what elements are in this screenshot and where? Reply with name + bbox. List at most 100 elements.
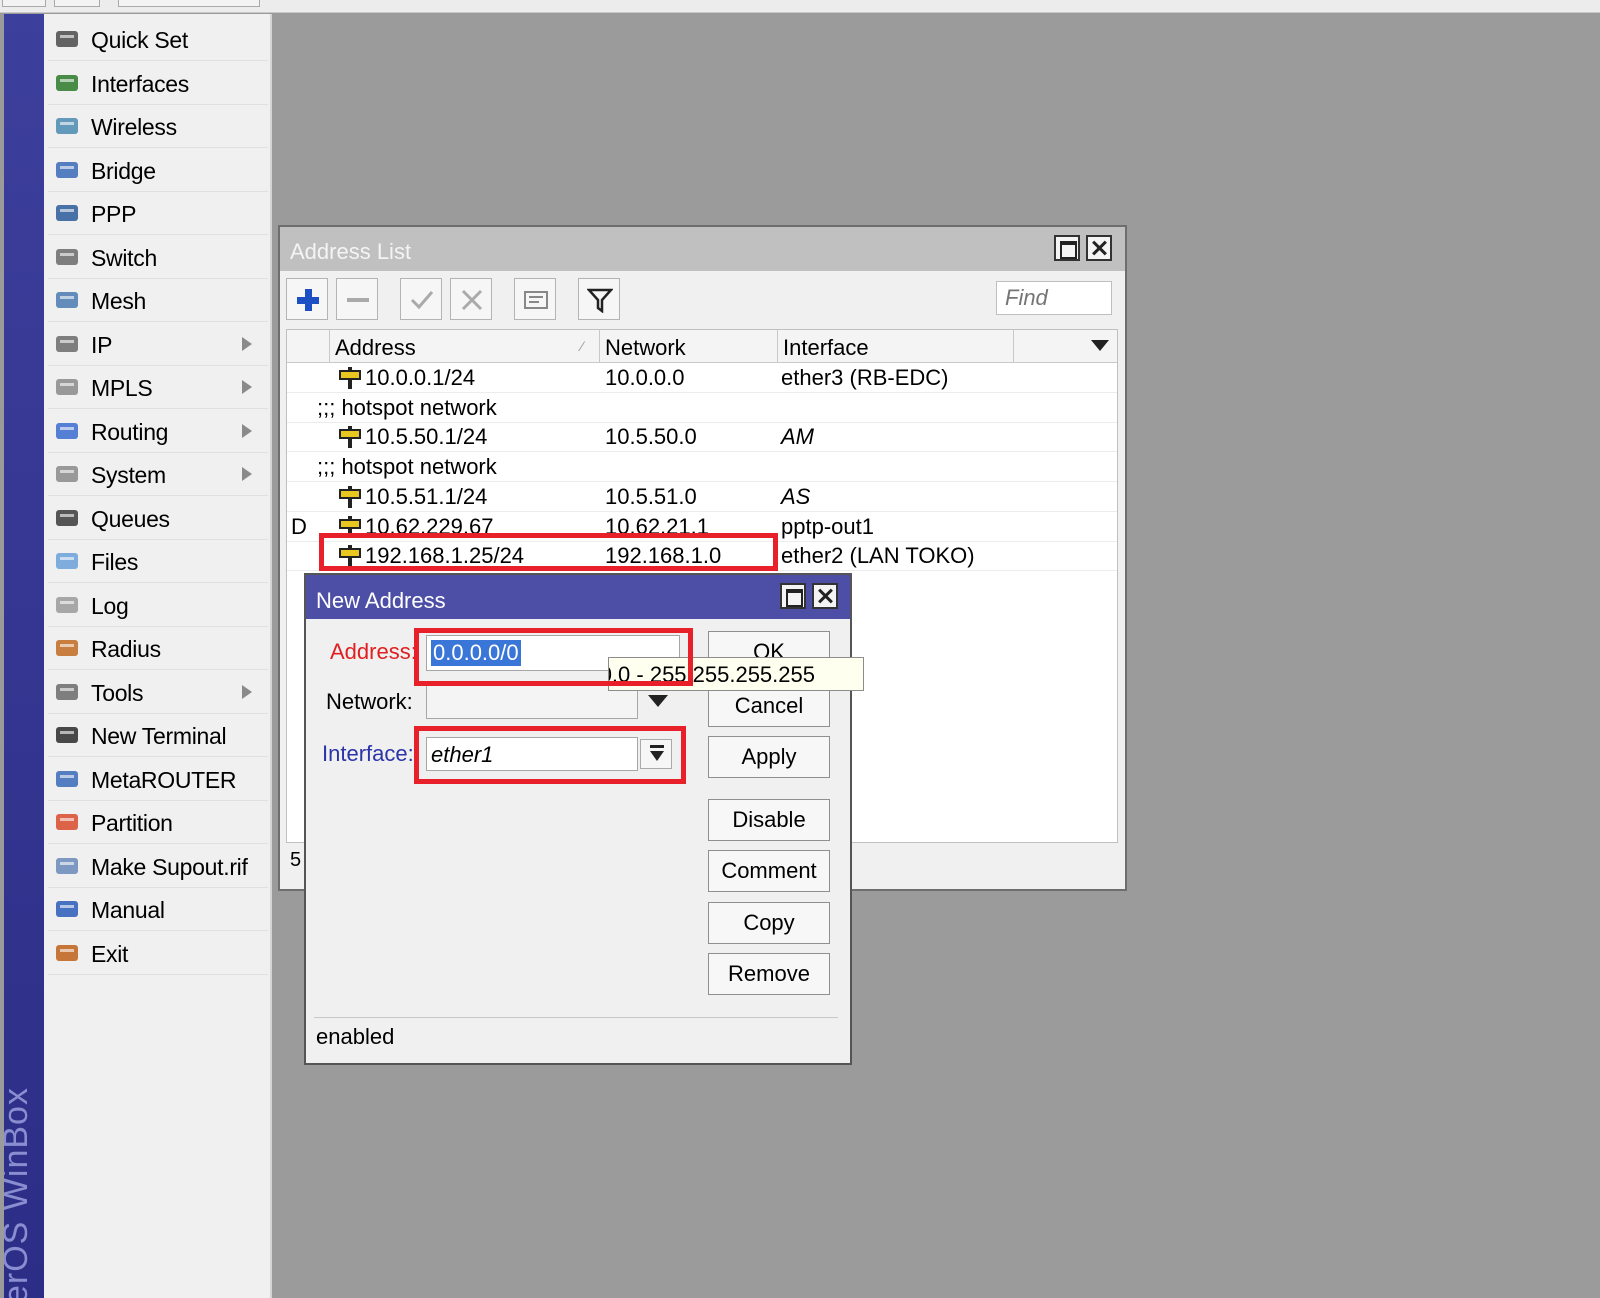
enable-button[interactable] <box>400 278 442 320</box>
ppp-icon <box>54 201 80 225</box>
sidebar-item-label: Tools <box>91 679 144 706</box>
comment-row[interactable]: ;;; hotspot network <box>287 452 1117 483</box>
brand-vertical-text: erOS WinBox <box>4 1087 35 1298</box>
submenu-arrow-icon <box>242 684 252 699</box>
sidebar-item-files[interactable]: Files <box>48 540 268 583</box>
sidebar-item-label: IP <box>91 331 113 358</box>
sidebar-item-tools[interactable]: Tools <box>48 671 268 714</box>
add-button[interactable] <box>286 278 328 320</box>
maximize-icon[interactable] <box>1054 235 1080 261</box>
mpls-icon <box>54 375 80 399</box>
sidebar-item-wireless[interactable]: Wireless <box>48 105 268 148</box>
network-dropdown-chevron-down-icon[interactable] <box>648 695 668 708</box>
sidebar-item-metarouter[interactable]: MetaROUTER <box>48 758 268 801</box>
sidebar-item-routing[interactable]: Routing <box>48 410 268 453</box>
toolbar-redo-button[interactable] <box>54 0 100 7</box>
table-row[interactable]: 10.5.50.1/24 10.5.50.0 AM <box>287 422 1117 453</box>
column-chooser-chevron-down-icon[interactable] <box>1091 340 1109 352</box>
row-comment: ;;; hotspot network <box>317 454 497 480</box>
sidebar-item-ppp[interactable]: PPP <box>48 192 268 235</box>
row-network: 10.0.0.0 <box>605 365 685 390</box>
sidebar-item-label: Bridge <box>91 157 156 184</box>
sidebar-item-ip[interactable]: IP <box>48 323 268 366</box>
exit-door-icon <box>54 941 80 965</box>
column-interface[interactable]: Interface <box>783 335 869 361</box>
row-interface: ether3 (RB-EDC) <box>781 365 949 390</box>
log-icon <box>54 593 80 617</box>
sidebar-item-bridge[interactable]: Bridge <box>48 149 268 192</box>
address-plug-icon <box>339 426 361 453</box>
item-count: 5 <box>290 849 302 871</box>
cancel-button[interactable]: Cancel <box>708 685 830 727</box>
comment-row[interactable]: ;;; hotspot network <box>287 393 1117 423</box>
new-address-titlebar[interactable]: New Address <box>306 575 850 619</box>
system-gear-icon <box>54 462 80 486</box>
sidebar-item-partition[interactable]: Partition <box>48 801 268 844</box>
sidebar-item-interfaces[interactable]: Interfaces <box>48 62 268 105</box>
filter-button[interactable] <box>578 278 620 320</box>
sidebar-item-label: Mesh <box>91 288 147 314</box>
row-interface: pptp-out1 <box>781 513 874 539</box>
sidebar-item-label: Partition <box>91 810 173 836</box>
dialog-statusbar: enabled <box>314 1017 838 1056</box>
winbox-brand-strip: erOS WinBox <box>4 14 44 1298</box>
row-address: 10.5.50.1/24 <box>365 424 488 450</box>
address-list-titlebar[interactable]: Address List <box>280 227 1125 271</box>
table-header: Address ⁄ Network Interface <box>287 330 1117 363</box>
disable-button[interactable] <box>450 278 492 320</box>
supout-file-icon <box>54 854 80 878</box>
close-icon[interactable] <box>1086 235 1112 261</box>
find-input[interactable] <box>996 281 1112 315</box>
sidebar-item-log[interactable]: Log <box>48 584 268 627</box>
comment-button[interactable]: Comment <box>708 850 830 892</box>
row-interface: AM <box>781 424 814 450</box>
comment-button[interactable] <box>514 278 556 320</box>
row-network: 10.5.50.0 <box>605 424 697 450</box>
close-icon[interactable] <box>812 583 838 609</box>
sidebar-item-make-supout-rif[interactable]: Make Supout.rif <box>48 845 268 888</box>
sidebar-item-label: Switch <box>91 244 157 271</box>
sidebar-item-system[interactable]: System <box>48 453 268 496</box>
row-interface: AS <box>781 483 811 509</box>
sidebar-item-mpls[interactable]: MPLS <box>48 366 268 409</box>
filter-icon <box>587 288 613 313</box>
apply-button[interactable]: Apply <box>708 736 830 778</box>
column-address[interactable]: Address <box>335 335 416 361</box>
sidebar-item-mesh[interactable]: Mesh <box>48 279 268 322</box>
remove-button[interactable]: Remove <box>708 953 830 995</box>
toolbar-undo-button[interactable] <box>2 0 46 7</box>
sidebar-item-radius[interactable]: Radius <box>48 627 268 670</box>
sidebar-item-exit[interactable]: Exit <box>48 932 268 975</box>
dialog-title: New Address <box>316 588 446 613</box>
sidebar-item-queues[interactable]: Queues <box>48 497 268 540</box>
network-label: Network: <box>326 689 413 714</box>
column-network[interactable]: Network <box>605 335 686 361</box>
sidebar-item-manual[interactable]: Manual <box>48 888 268 931</box>
copy-button[interactable]: Copy <box>708 902 830 944</box>
sidebar-item-label: Files <box>91 549 139 575</box>
window-title: Address List <box>290 239 412 264</box>
disable-button[interactable]: Disable <box>708 799 830 841</box>
sidebar-item-label: Quick Set <box>91 27 189 53</box>
row-flag: D <box>291 513 307 539</box>
maximize-icon[interactable] <box>780 583 806 609</box>
partition-icon <box>54 810 80 834</box>
toolbar-safe-mode-button[interactable] <box>118 0 260 7</box>
table-row[interactable]: 10.5.51.1/24 10.5.51.0 AS <box>287 482 1117 512</box>
table-row[interactable]: 10.0.0.1/24 10.0.0.0 ether3 (RB-EDC) <box>287 363 1117 393</box>
metarouter-icon <box>54 767 80 791</box>
row-interface: ether2 (LAN TOKO) <box>781 543 975 569</box>
remove-button[interactable] <box>336 278 378 320</box>
sidebar-item-label: Radius <box>91 636 161 662</box>
folder-icon <box>54 549 80 573</box>
queues-icon <box>54 506 80 530</box>
tools-icon <box>54 680 80 704</box>
sidebar-item-switch[interactable]: Switch <box>48 236 268 279</box>
sidebar-item-quick-set[interactable]: Quick Set <box>48 18 268 61</box>
wireless-icon <box>54 114 80 138</box>
network-input[interactable] <box>426 685 638 719</box>
minus-icon <box>347 298 369 302</box>
sidebar-item-new-terminal[interactable]: New Terminal <box>48 714 268 757</box>
row-network: 10.5.51.0 <box>605 483 697 509</box>
address-plug-icon <box>339 367 361 394</box>
